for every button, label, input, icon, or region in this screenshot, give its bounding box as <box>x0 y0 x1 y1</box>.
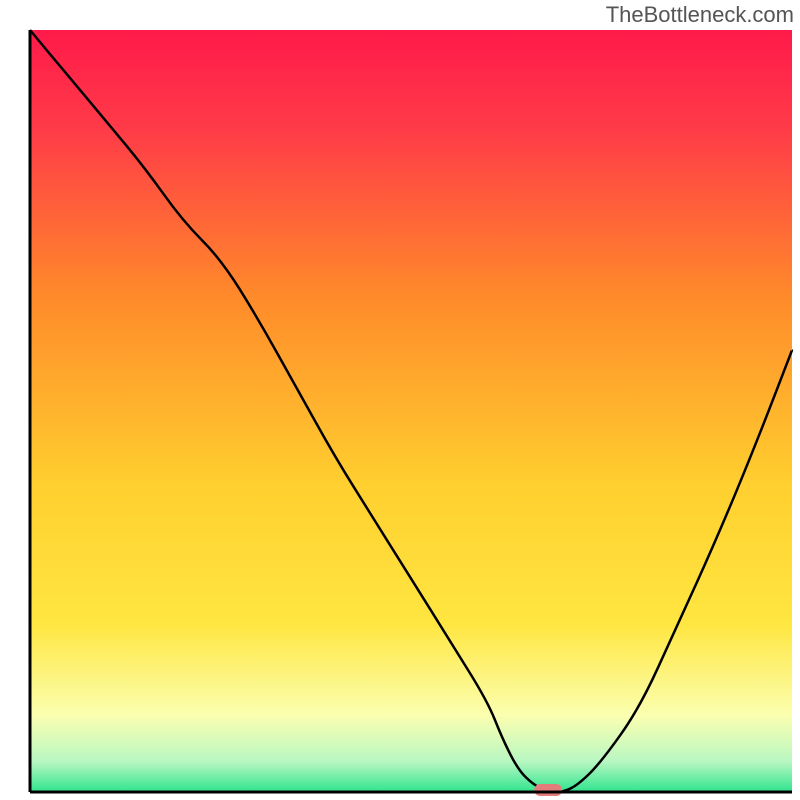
watermark-text: TheBottleneck.com <box>606 2 794 28</box>
bottleneck-line-chart <box>0 0 800 800</box>
optimum-marker <box>534 784 562 796</box>
chart-container: { "watermark": "TheBottleneck.com", "col… <box>0 0 800 800</box>
plot-background <box>30 30 792 792</box>
